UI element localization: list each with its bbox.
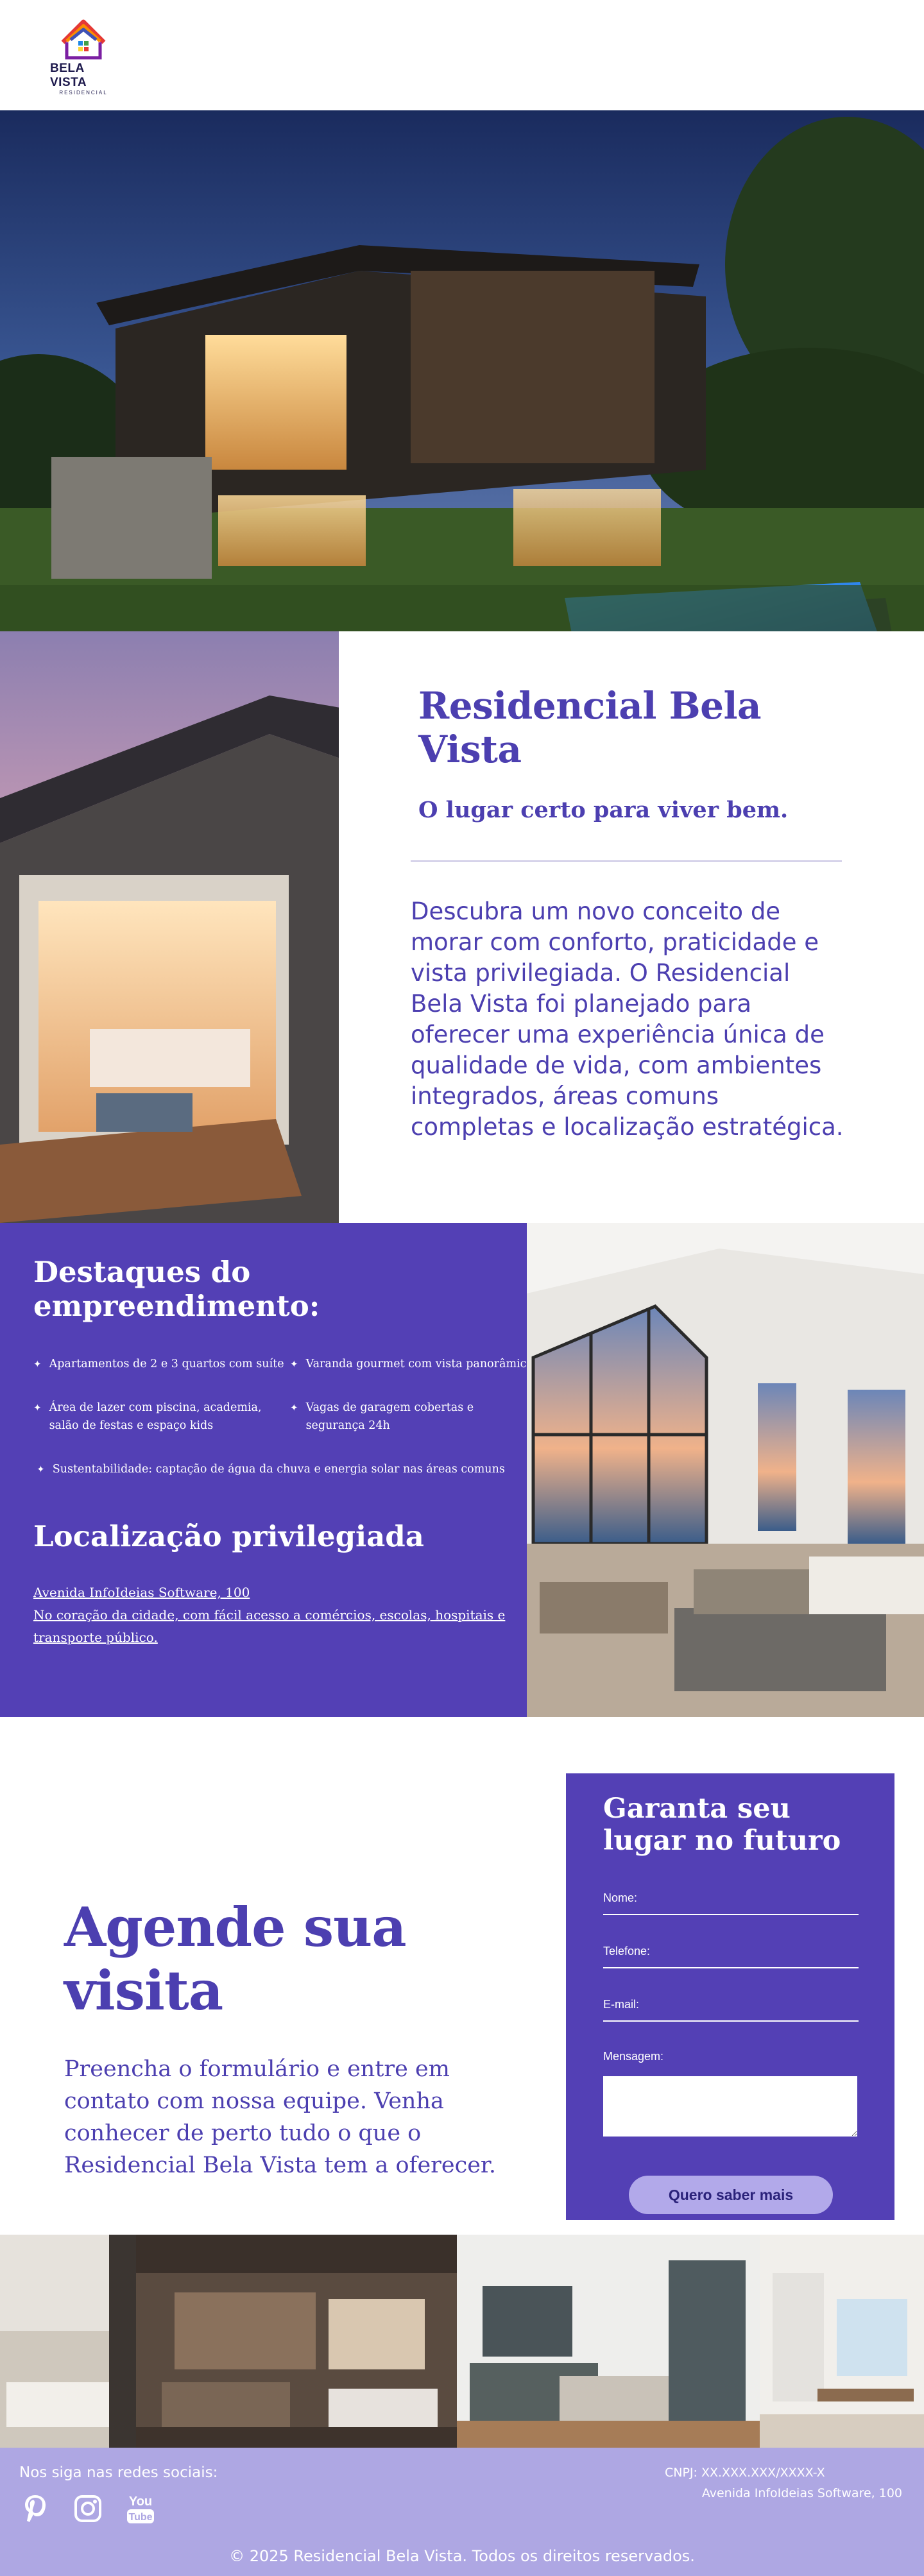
svg-text:You: You bbox=[129, 2495, 152, 2509]
visit-title: Agende sua visita bbox=[64, 1895, 407, 2022]
message-textarea[interactable] bbox=[603, 2076, 857, 2137]
message-label: Mensagem: bbox=[603, 2050, 664, 2063]
location-address-link[interactable]: Avenida InfoIdeias Software, 100 bbox=[33, 1582, 508, 1604]
photo-gallery bbox=[0, 2235, 924, 2448]
star-icon: ✦ bbox=[33, 1402, 42, 1413]
star-icon: ✦ bbox=[33, 1358, 42, 1370]
contact-form: Garanta seu lugar no futuro Nome: Telefo… bbox=[566, 1773, 894, 2220]
phone-field[interactable]: Telefone: bbox=[603, 1945, 859, 1968]
features-list: ✦ Apartamentos de 2 e 3 quartos com suíte… bbox=[33, 1355, 533, 1478]
features-panel: Destaques do empreendimento: ✦ Apartament… bbox=[0, 1223, 533, 1717]
submit-button[interactable]: Quero saber mais bbox=[629, 2176, 833, 2214]
visit-text-block: Agende sua visita Preencha o formulário … bbox=[64, 1895, 539, 2181]
feature-item: ✦ Área de lazer com piscina, academia, sa… bbox=[33, 1399, 290, 1435]
social-links: You Tube bbox=[19, 2493, 157, 2525]
features-section: Destaques do empreendimento: ✦ Apartament… bbox=[0, 1223, 924, 1717]
logo-name: BELA VISTA bbox=[50, 61, 87, 89]
house-logo-icon bbox=[61, 19, 106, 59]
brand-logo[interactable]: BELA VISTA RESIDENCIAL bbox=[50, 15, 117, 96]
svg-text:Tube: Tube bbox=[128, 2512, 152, 2523]
intro-text-block: Residencial Bela Vista O lugar certo par… bbox=[339, 631, 924, 1223]
instagram-icon[interactable] bbox=[72, 2493, 104, 2525]
star-icon: ✦ bbox=[290, 1358, 298, 1370]
gallery-photo-kitchen-white bbox=[457, 2235, 760, 2448]
feature-item: ✦ Apartamentos de 2 e 3 quartos com suíte bbox=[33, 1355, 290, 1373]
footer-copyright: © 2025 Residencial Bela Vista. Todos os … bbox=[229, 2547, 695, 2565]
hero-image bbox=[0, 110, 924, 631]
site-header: BELA VISTA RESIDENCIAL bbox=[0, 0, 924, 110]
phone-label: Telefone: bbox=[603, 1945, 859, 1968]
intro-section: Residencial Bela Vista O lugar certo par… bbox=[0, 631, 924, 1223]
feature-item: ✦ Sustentabilidade: captação de água da c… bbox=[8, 1460, 534, 1478]
footer-cnpj: CNPJ: XX.XXX.XXX/XXXX-X bbox=[665, 2466, 825, 2480]
star-icon: ✦ bbox=[37, 1463, 45, 1475]
gallery-photo-kitchen-dark bbox=[136, 2235, 457, 2448]
living-room-photo bbox=[527, 1223, 924, 1717]
intro-title: Residencial Bela Vista bbox=[418, 684, 762, 771]
email-label: E-mail: bbox=[603, 1998, 859, 2022]
footer-address: Avenida InfoIdeias Software, 100 bbox=[701, 2486, 902, 2500]
gallery-photo-living bbox=[0, 2235, 136, 2448]
pinterest-icon[interactable] bbox=[19, 2493, 51, 2525]
location-title: Localização privilegiada bbox=[33, 1519, 424, 1553]
gallery-photo-dining bbox=[760, 2235, 924, 2448]
divider bbox=[411, 860, 842, 862]
intro-subtitle: O lugar certo para viver bem. bbox=[418, 797, 789, 823]
feature-item: ✦ Varanda gourmet com vista panorâmica bbox=[290, 1355, 534, 1373]
follow-label: Nos siga nas redes sociais: bbox=[19, 2464, 218, 2481]
house-dusk-photo bbox=[0, 631, 339, 1223]
name-label: Nome: bbox=[603, 1891, 859, 1915]
name-field[interactable]: Nome: bbox=[603, 1891, 859, 1915]
email-field[interactable]: E-mail: bbox=[603, 1998, 859, 2022]
site-footer: Nos siga nas redes sociais: You Tube CNPJ… bbox=[0, 2448, 924, 2576]
location-description-link[interactable]: No coração da cidade, com fácil acesso a… bbox=[33, 1604, 521, 1649]
visit-section: Agende sua visita Preencha o formulário … bbox=[0, 1717, 924, 2235]
visit-description: Preencha o formulário e entre em contato… bbox=[64, 2056, 496, 2178]
youtube-icon[interactable]: You Tube bbox=[124, 2493, 157, 2525]
features-title: Destaques do empreendimento: bbox=[33, 1255, 320, 1323]
intro-description: Descubra um novo conceito de morar com c… bbox=[411, 898, 844, 1141]
star-icon: ✦ bbox=[290, 1402, 298, 1413]
form-title: Garanta seu lugar no futuro bbox=[603, 1793, 841, 1857]
feature-item: ✦ Vagas de garagem cobertas e segurança 2… bbox=[290, 1399, 534, 1435]
logo-subtitle: RESIDENCIAL bbox=[59, 89, 108, 96]
